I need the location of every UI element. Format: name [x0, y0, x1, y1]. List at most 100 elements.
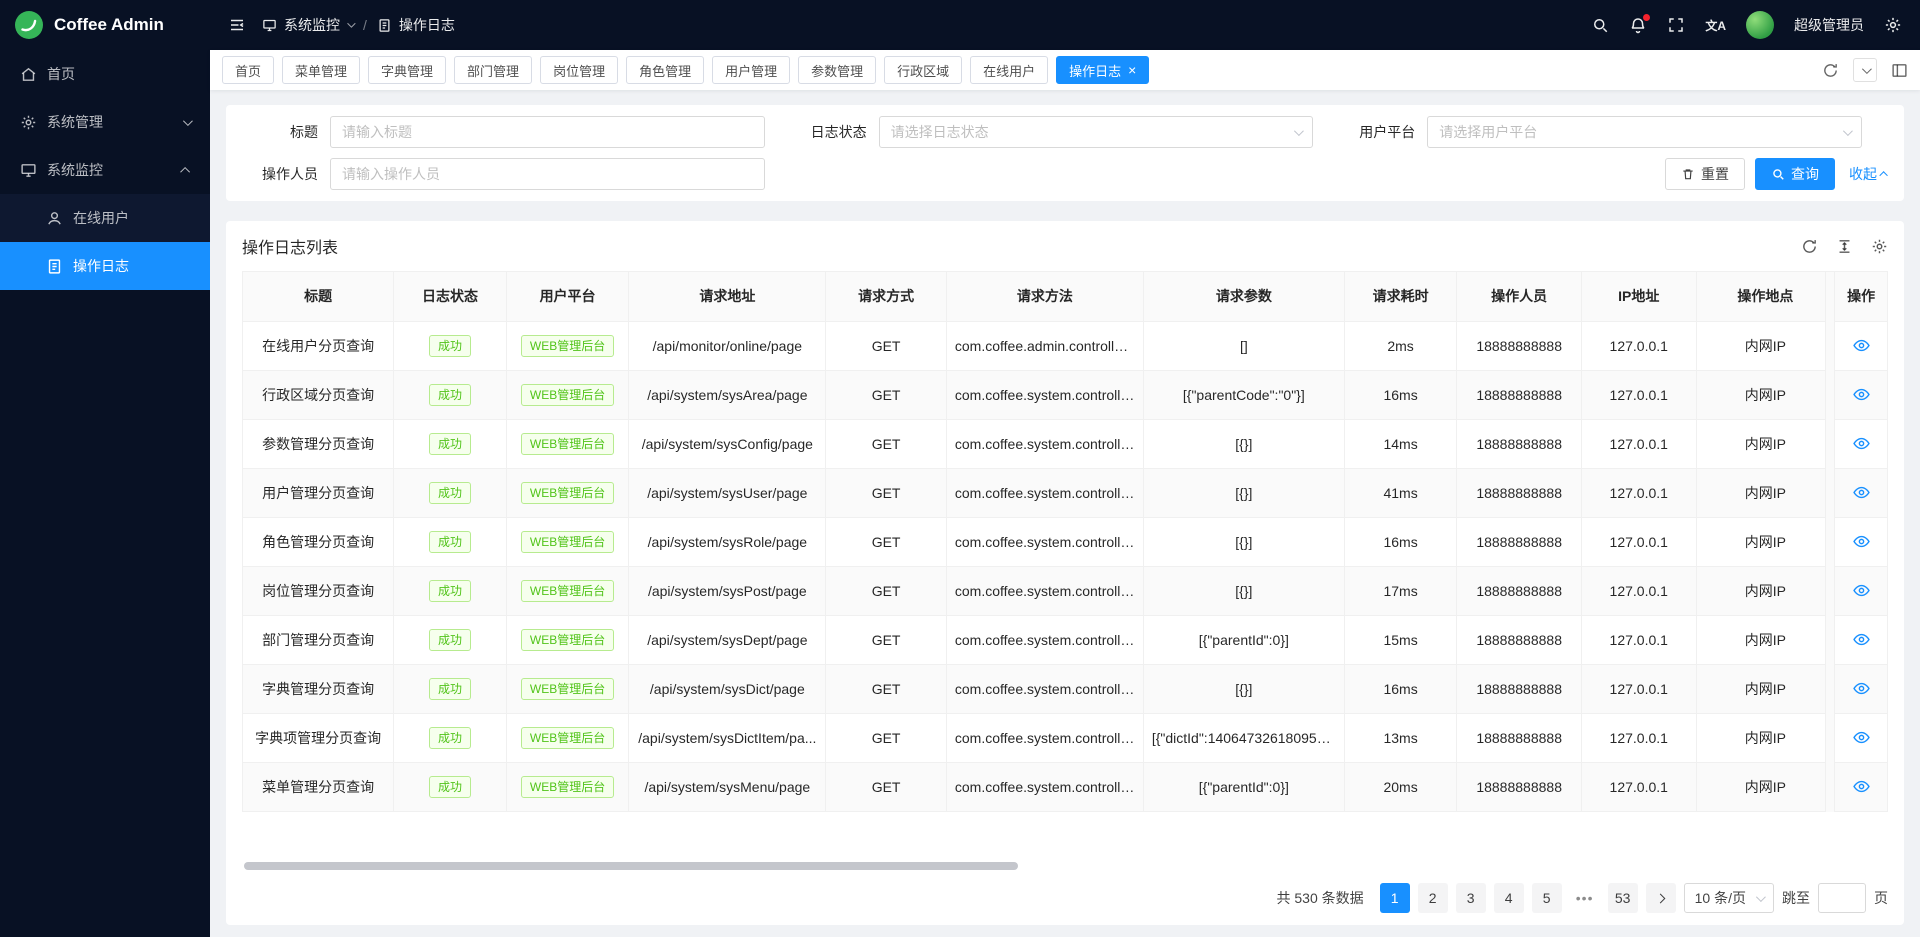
tab-item[interactable]: 字典管理: [368, 56, 446, 84]
cell-action: [1835, 517, 1887, 566]
language-switch-icon[interactable]: 文A: [1705, 17, 1726, 34]
collapse-sidebar-icon[interactable]: [228, 16, 246, 34]
view-detail-button[interactable]: [1853, 680, 1870, 697]
breadcrumb: 系统监控 / 操作日志: [262, 15, 455, 35]
cell-platform: WEB管理后台: [506, 762, 629, 811]
log-list-panel: 操作日志列表 标题日志状态用户平台请求地址请求方式请求方法请求参数请求耗时操作人…: [226, 221, 1904, 925]
view-detail-button[interactable]: [1853, 386, 1870, 403]
column-settings-gear-icon[interactable]: [1871, 238, 1888, 255]
view-detail-button[interactable]: [1853, 778, 1870, 795]
cell-title: 字典项管理分页查询: [243, 713, 394, 762]
jump-page-input[interactable]: [1818, 883, 1866, 913]
tab-item[interactable]: 在线用户: [970, 56, 1048, 84]
current-user-name[interactable]: 超级管理员: [1794, 15, 1864, 35]
next-page-button[interactable]: [1646, 883, 1676, 913]
cell-params: []: [1143, 321, 1344, 370]
tab-item[interactable]: 行政区域: [884, 56, 962, 84]
sidebar-item-operation-log[interactable]: 操作日志: [0, 242, 210, 290]
search-button[interactable]: 查询: [1755, 158, 1835, 190]
table-header-row: 标题日志状态用户平台请求地址请求方式请求方法请求参数请求耗时操作人员IP地址操作…: [243, 272, 1887, 321]
topbar-actions: 文A 超级管理员: [1591, 11, 1902, 39]
tab-label: 角色管理: [639, 61, 691, 80]
status-tag: 成功: [429, 727, 471, 749]
tab-label: 参数管理: [811, 61, 863, 80]
search-icon[interactable]: [1591, 16, 1609, 34]
horizontal-scrollbar-thumb[interactable]: [244, 862, 1018, 870]
page-button[interactable]: 5: [1532, 883, 1562, 913]
view-detail-button[interactable]: [1853, 337, 1870, 354]
tab-item[interactable]: 参数管理: [798, 56, 876, 84]
cell-operator: 18888888888: [1457, 566, 1582, 615]
page-size-select[interactable]: 10 条/页: [1684, 883, 1774, 913]
view-detail-button[interactable]: [1853, 435, 1870, 452]
refresh-icon[interactable]: [1822, 62, 1839, 79]
cell-operator: 18888888888: [1457, 321, 1582, 370]
search-icon: [1771, 167, 1785, 181]
tabbar-actions: [1822, 58, 1908, 82]
page-button[interactable]: 4: [1494, 883, 1524, 913]
page-button[interactable]: 53: [1608, 883, 1638, 913]
view-detail-button[interactable]: [1853, 631, 1870, 648]
cell-ip: 127.0.0.1: [1581, 566, 1696, 615]
sidebar-item-system-management[interactable]: 系统管理: [0, 98, 210, 146]
cell-duration: 14ms: [1344, 419, 1457, 468]
view-detail-button[interactable]: [1853, 484, 1870, 501]
tab-actions-dropdown[interactable]: [1853, 58, 1877, 82]
table-row: 行政区域分页查询成功WEB管理后台/api/system/sysArea/pag…: [243, 370, 1887, 419]
page-button[interactable]: 1: [1380, 883, 1410, 913]
cell-title: 菜单管理分页查询: [243, 762, 394, 811]
cell-duration: 13ms: [1344, 713, 1457, 762]
column-header: 请求方式: [826, 272, 947, 321]
cell-url: /api/system/sysPost/page: [629, 566, 826, 615]
tab-item[interactable]: 部门管理: [454, 56, 532, 84]
page-button[interactable]: 2: [1418, 883, 1448, 913]
row-density-icon[interactable]: [1836, 238, 1853, 255]
notification-bell-icon[interactable]: [1629, 16, 1647, 34]
avatar[interactable]: [1746, 11, 1774, 39]
chevron-down-icon: [347, 19, 355, 27]
horizontal-scrollbar[interactable]: [242, 861, 1888, 871]
view-detail-button[interactable]: [1853, 533, 1870, 550]
cell-url: /api/system/sysDept/page: [629, 615, 826, 664]
vertical-scrollbar[interactable]: [1825, 272, 1835, 812]
page-button[interactable]: 3: [1456, 883, 1486, 913]
layout-icon[interactable]: [1891, 62, 1908, 79]
cell-operator: 18888888888: [1457, 468, 1582, 517]
tab-item[interactable]: 岗位管理: [540, 56, 618, 84]
refresh-icon[interactable]: [1801, 238, 1818, 255]
log-status-select[interactable]: 请选择日志状态: [879, 116, 1314, 148]
cell-params: [{}]: [1143, 566, 1344, 615]
status-tag: 成功: [429, 335, 471, 357]
log-table: 标题日志状态用户平台请求地址请求方式请求方法请求参数请求耗时操作人员IP地址操作…: [243, 272, 1887, 812]
document-icon: [46, 258, 63, 275]
fullscreen-icon[interactable]: [1667, 16, 1685, 34]
tab-close-icon[interactable]: ×: [1128, 63, 1136, 77]
cell-operator: 18888888888: [1457, 370, 1582, 419]
filter-row: 标题 日志状态 请选择日志状态 用户平台 请选择用户平台: [242, 116, 1888, 148]
view-detail-button[interactable]: [1853, 582, 1870, 599]
operator-input[interactable]: [330, 158, 765, 190]
tab-item[interactable]: 首页: [222, 56, 274, 84]
tab-item[interactable]: 菜单管理: [282, 56, 360, 84]
breadcrumb-section[interactable]: 系统监控: [284, 15, 340, 35]
sidebar-item-online-users[interactable]: 在线用户: [0, 194, 210, 242]
collapse-filters-link[interactable]: 收起: [1849, 164, 1888, 184]
view-detail-button[interactable]: [1853, 729, 1870, 746]
tab-item[interactable]: 操作日志×: [1056, 56, 1149, 84]
sidebar-item-home[interactable]: 首页: [0, 50, 210, 98]
cell-status: 成功: [394, 713, 507, 762]
tab-item[interactable]: 用户管理: [712, 56, 790, 84]
title-input[interactable]: [330, 116, 765, 148]
cell-params: [{}]: [1143, 664, 1344, 713]
settings-gear-icon[interactable]: [1884, 16, 1902, 34]
jump-to-page: 跳至 页: [1782, 883, 1888, 913]
cell-location: 内网IP: [1696, 468, 1835, 517]
cell-title: 行政区域分页查询: [243, 370, 394, 419]
tab-item[interactable]: 角色管理: [626, 56, 704, 84]
user-platform-select[interactable]: 请选择用户平台: [1427, 116, 1862, 148]
cell-action: [1835, 321, 1887, 370]
sidebar-item-system-monitor[interactable]: 系统监控: [0, 146, 210, 194]
table-title: 操作日志列表: [242, 234, 338, 258]
reset-button[interactable]: 重置: [1665, 158, 1745, 190]
chevron-down-icon: [1756, 892, 1766, 902]
